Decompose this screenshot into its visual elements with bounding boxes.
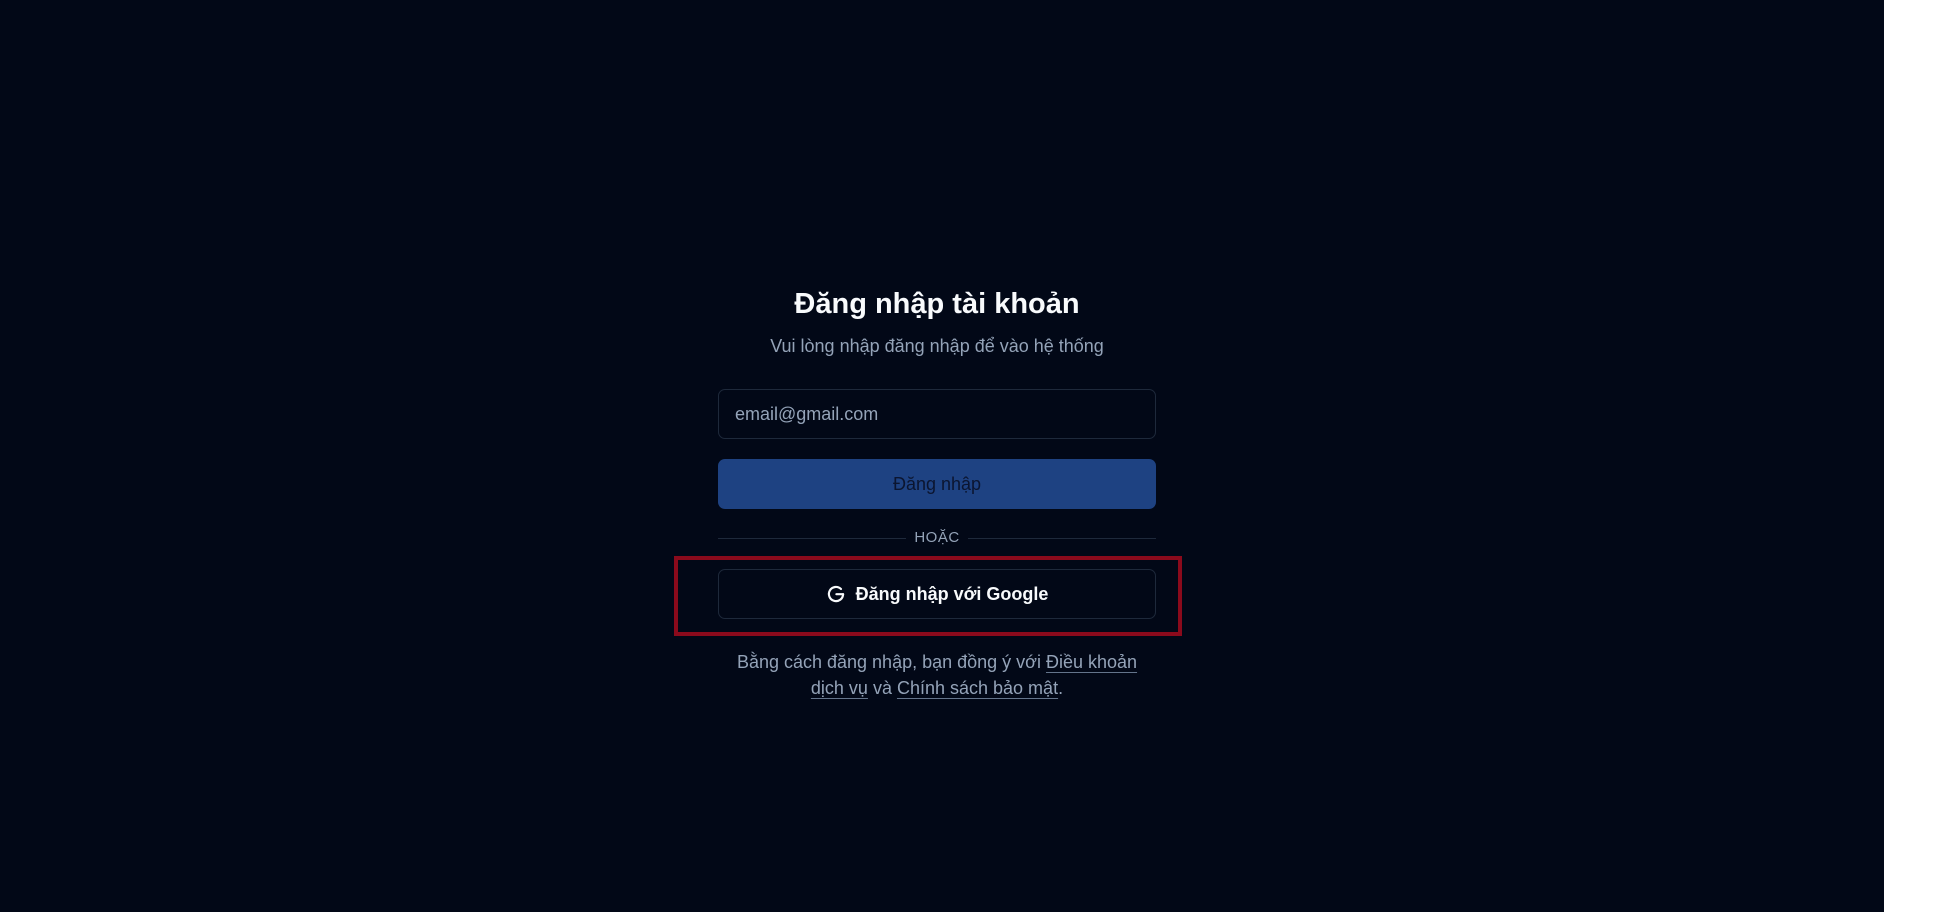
- login-card: Đăng nhập tài khoản Vui lòng nhập đăng n…: [718, 284, 1156, 509]
- google-login-button[interactable]: Đăng nhập với Google: [718, 569, 1156, 619]
- page-subtitle: Vui lòng nhập đăng nhập để vào hệ thống: [770, 336, 1104, 356]
- terms-suffix: .: [1058, 678, 1064, 698]
- login-button[interactable]: Đăng nhập: [718, 459, 1156, 509]
- email-field[interactable]: [718, 389, 1156, 439]
- window-edge: [1884, 0, 1942, 912]
- google-login-label: Đăng nhập với Google: [855, 583, 1049, 604]
- page-title: Đăng nhập tài khoản: [794, 288, 1080, 320]
- or-divider: HOẶC: [718, 526, 1156, 550]
- divider-line-right: [968, 538, 1156, 539]
- google-g-icon: [826, 584, 846, 604]
- terms-notice: Bằng cách đăng nhập, bạn đồng ý với Điều…: [718, 649, 1156, 701]
- terms-prefix: Bằng cách đăng nhập, bạn đồng ý với: [736, 652, 1046, 672]
- privacy-policy-link[interactable]: Chính sách bảo mật: [897, 678, 1058, 698]
- login-page: Đăng nhập tài khoản Vui lòng nhập đăng n…: [0, 0, 1884, 912]
- terms-conjunction: và: [867, 678, 897, 698]
